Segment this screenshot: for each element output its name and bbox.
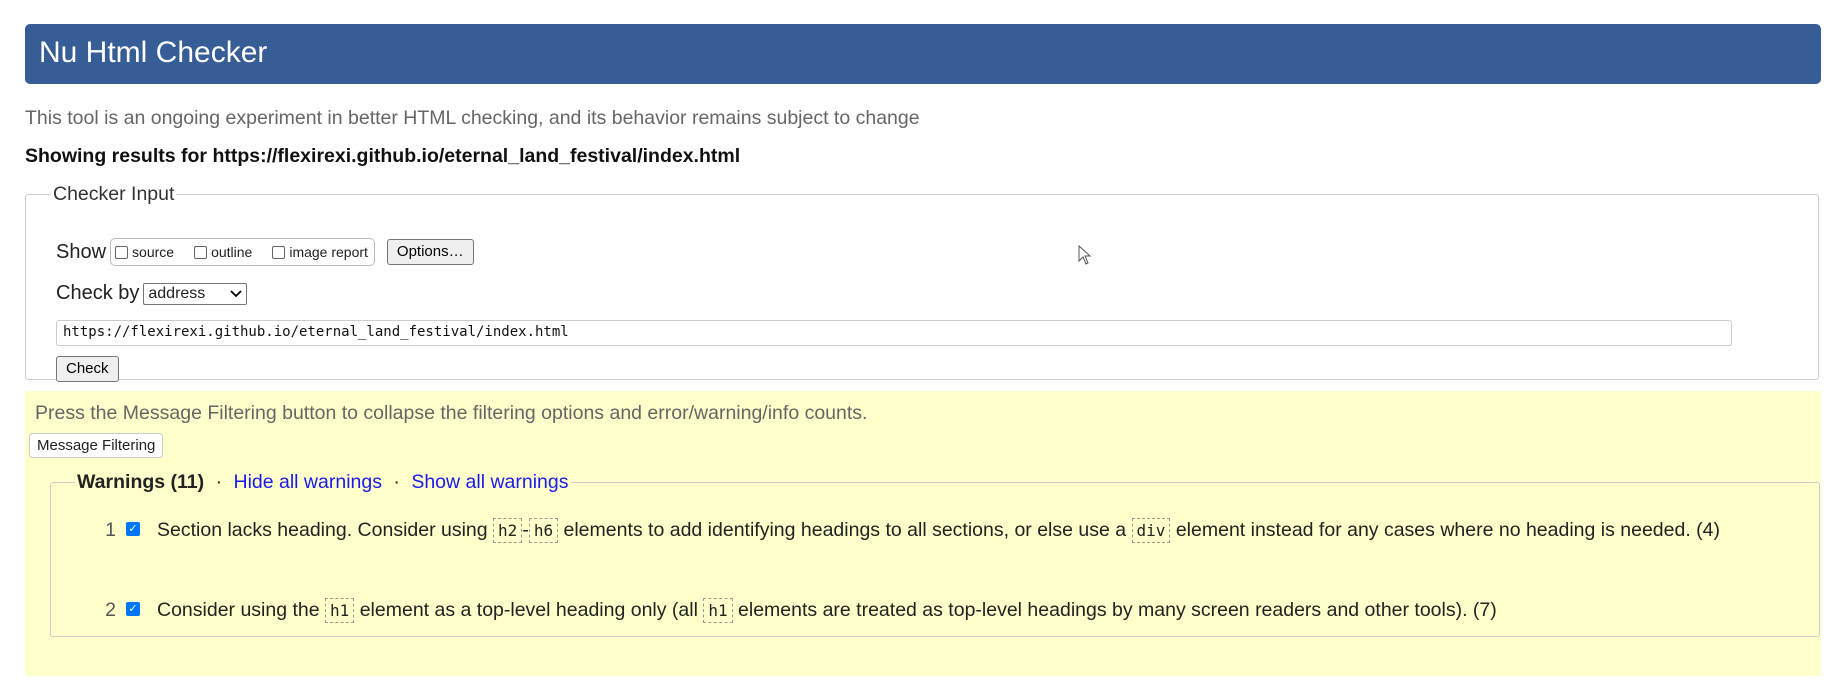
message-text: elements to add identifying headings to … xyxy=(558,519,1132,541)
message-text: element instead for any cases where no h… xyxy=(1170,519,1721,541)
code-h2: h2 xyxy=(493,518,523,543)
check-by-row: Check by address xyxy=(56,282,248,305)
page-title: Nu Html Checker xyxy=(39,36,268,69)
code-h1: h1 xyxy=(325,598,355,623)
results-heading: Showing results for https://flexirexi.gi… xyxy=(25,145,740,168)
option-source[interactable]: source xyxy=(115,244,174,260)
results-url: https://flexirexi.github.io/eternal_land… xyxy=(212,145,741,167)
warning-checkbox[interactable]: ✓ xyxy=(126,602,140,616)
image-report-label: image report xyxy=(289,244,368,260)
separator: · xyxy=(215,471,223,493)
show-row: Show source outline image report Options… xyxy=(56,238,474,266)
show-all-warnings-link[interactable]: Show all warnings xyxy=(411,471,568,493)
chevron-down-icon xyxy=(230,287,243,301)
option-outline[interactable]: outline xyxy=(194,244,252,260)
check-by-value: address xyxy=(148,284,206,302)
source-checkbox[interactable] xyxy=(115,245,129,259)
message-text: Section lacks heading. Consider using xyxy=(157,519,494,541)
message-text: Consider using the xyxy=(157,599,326,621)
address-input[interactable]: https://flexirexi.github.io/eternal_land… xyxy=(56,320,1732,346)
page-header: Nu Html Checker xyxy=(25,24,1821,84)
code-div: div xyxy=(1131,518,1171,543)
results-prefix: Showing results for xyxy=(25,145,208,167)
options-button[interactable]: Options… xyxy=(386,239,474,265)
warning-number: 1 xyxy=(105,519,116,541)
outline-checkbox[interactable] xyxy=(194,245,208,259)
source-label: source xyxy=(132,244,175,260)
image-report-checkbox[interactable] xyxy=(272,245,286,259)
warnings-title: Warnings (11) xyxy=(77,471,205,493)
warning-item: 2 ✓ Consider using the h1 element as a t… xyxy=(51,592,1777,629)
check-button[interactable]: Check xyxy=(56,356,119,382)
separator: · xyxy=(393,471,400,493)
mouse-cursor-icon xyxy=(1078,244,1092,265)
warning-message: Section lacks heading. Consider using h2… xyxy=(157,512,1777,549)
warning-message: Consider using the h1 element as a top-l… xyxy=(157,592,1777,629)
option-image-report[interactable]: image report xyxy=(272,244,368,260)
show-label: Show xyxy=(56,240,107,263)
warnings-legend: Warnings (11) · Hide all warnings · Show… xyxy=(75,471,571,494)
code-h6: h6 xyxy=(528,518,559,543)
check-by-select[interactable]: address xyxy=(143,282,248,305)
code-h1: h1 xyxy=(703,598,733,623)
message-text: elements are treated as top-level headin… xyxy=(732,599,1497,621)
intro-text: This tool is an ongoing experiment in be… xyxy=(25,107,920,129)
filtering-instructions: Press the Message Filtering button to co… xyxy=(35,402,868,424)
warning-checkbox[interactable]: ✓ xyxy=(126,522,140,536)
checker-input-legend: Checker Input xyxy=(53,183,175,205)
message-filtering-area: Press the Message Filtering button to co… xyxy=(25,391,1821,676)
warning-item: 1 ✓ Section lacks heading. Consider usin… xyxy=(51,512,1777,549)
outline-label: outline xyxy=(211,244,253,260)
warnings-fieldset: Warnings (11) · Hide all warnings · Show… xyxy=(50,471,1820,637)
check-by-label: Check by xyxy=(56,282,140,304)
message-filtering-button[interactable]: Message Filtering xyxy=(29,433,164,458)
checker-input-fieldset: Checker Input Show source outline image … xyxy=(25,183,1819,382)
message-text: element as a top-level heading only (all xyxy=(354,599,704,621)
show-options-group: source outline image report xyxy=(110,238,375,266)
message-dash: - xyxy=(522,519,529,541)
hide-all-warnings-link[interactable]: Hide all warnings xyxy=(233,471,382,493)
warning-number: 2 xyxy=(105,599,116,621)
